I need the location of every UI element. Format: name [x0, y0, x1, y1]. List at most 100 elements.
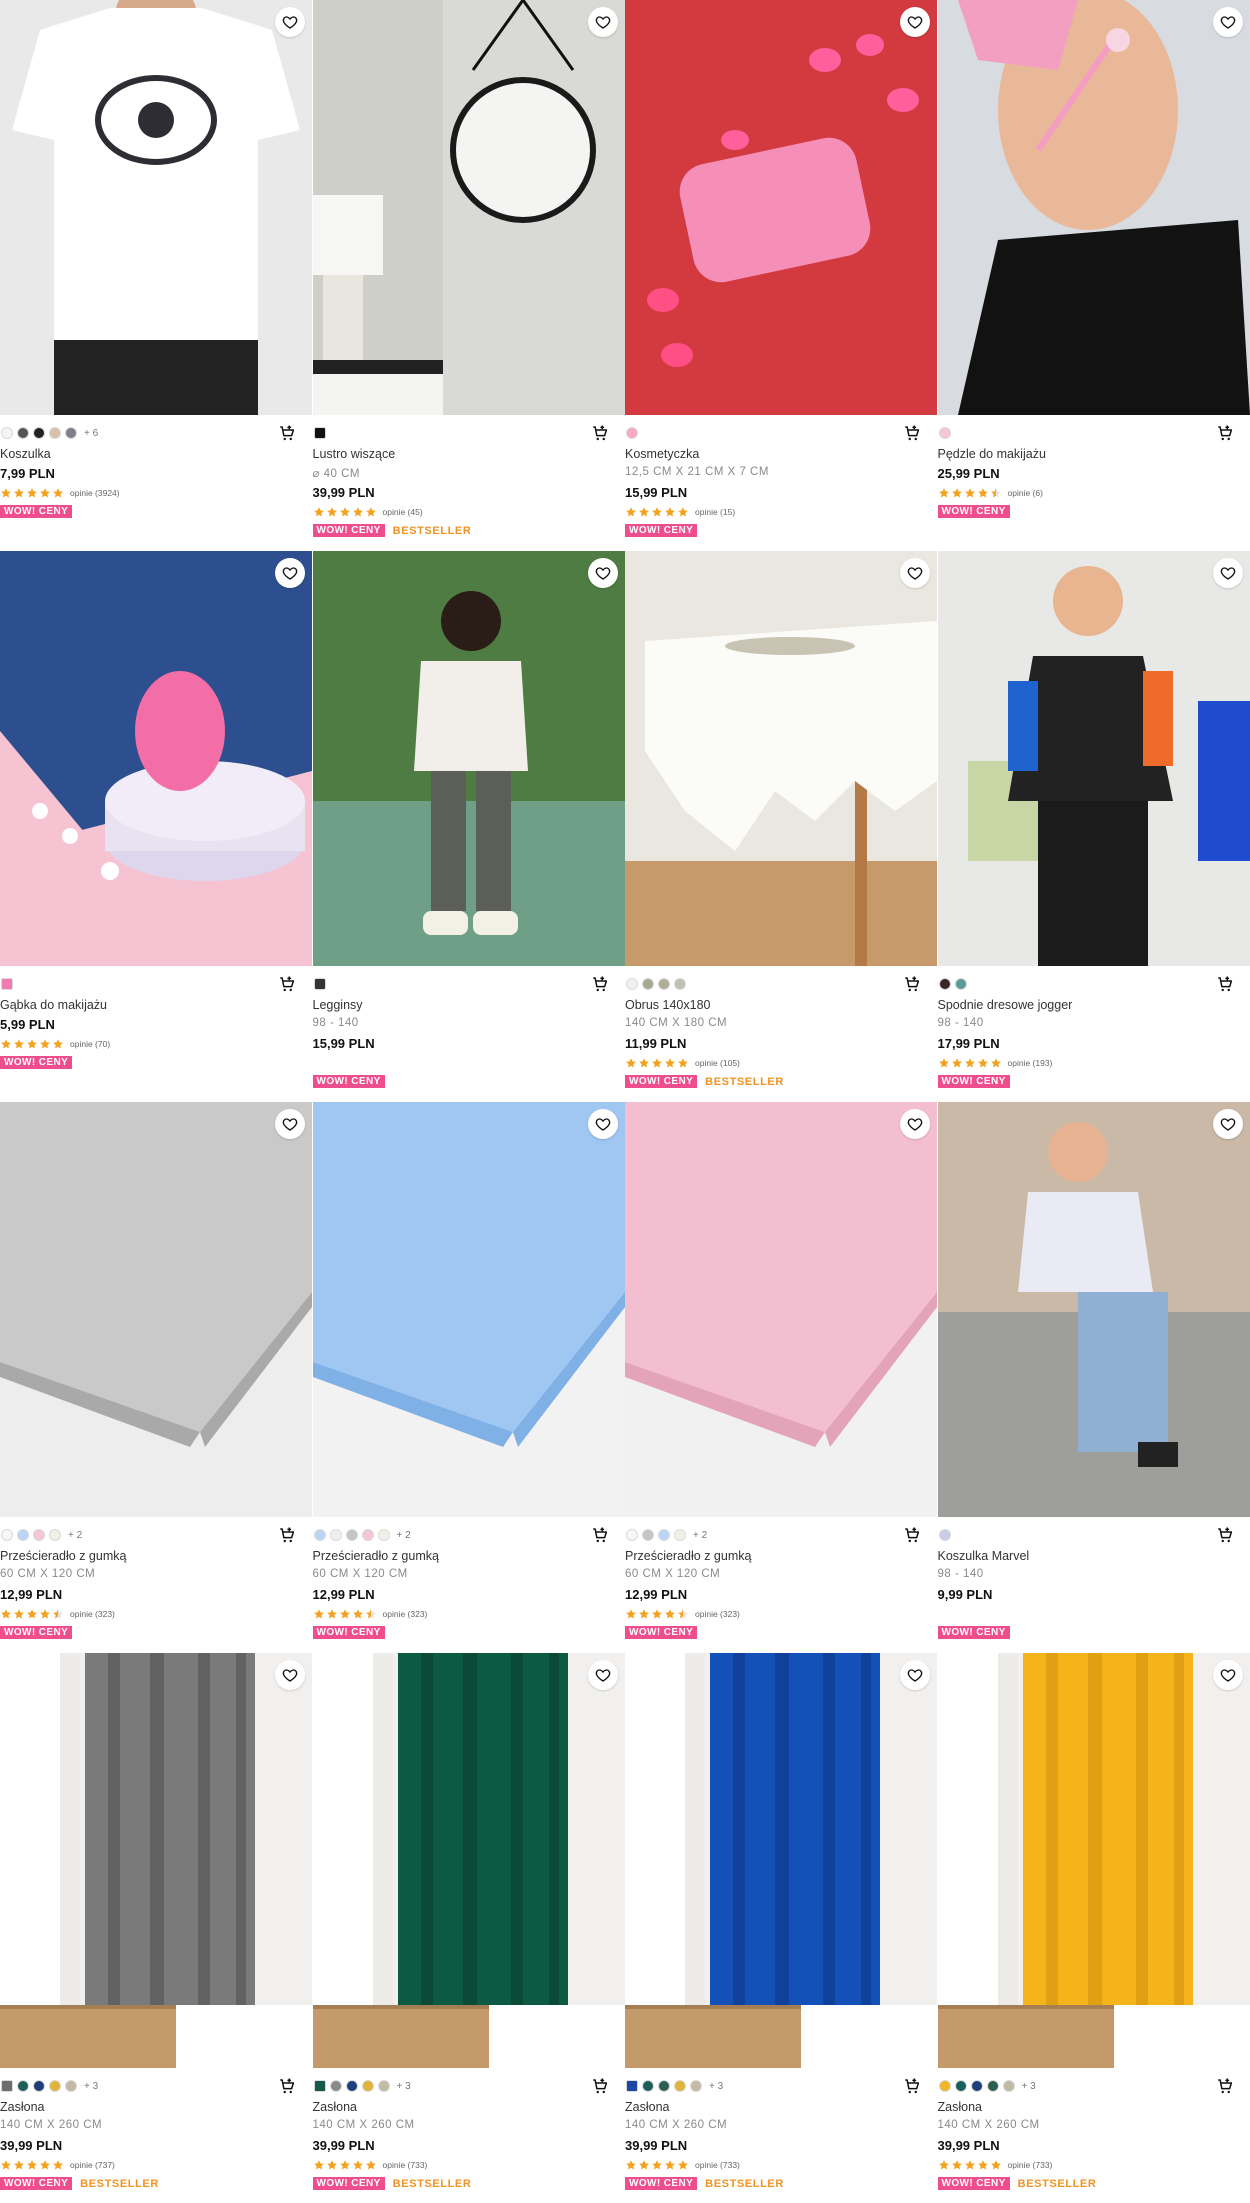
color-swatch[interactable]	[1, 978, 13, 990]
product-name[interactable]: Gąbka do makijażu	[0, 998, 107, 1012]
color-swatch[interactable]	[938, 1529, 951, 1541]
add-to-cart-icon[interactable]	[591, 975, 609, 993]
color-swatch[interactable]	[642, 1529, 654, 1541]
product-image[interactable]	[0, 0, 312, 415]
color-swatch[interactable]	[1002, 2080, 1015, 2092]
color-swatch[interactable]	[65, 2080, 77, 2092]
add-to-cart-icon[interactable]	[1216, 2077, 1234, 2095]
heart-icon[interactable]	[587, 1660, 618, 1690]
product-card[interactable]: + 3 Zasłona 140 CM X 260 CM 39,99 PLN opinie…	[625, 1653, 937, 2203]
more-colors-count[interactable]: + 3	[709, 2081, 723, 2092]
more-colors-count[interactable]: + 2	[397, 1530, 411, 1541]
product-name[interactable]: Prześcieradło z gumką	[625, 1549, 751, 1563]
product-name[interactable]: Zasłona	[313, 2100, 357, 2114]
product-name[interactable]: Kosmetyczka	[625, 447, 699, 461]
product-image[interactable]	[625, 551, 937, 966]
product-name[interactable]: Zasłona	[938, 2100, 982, 2114]
review-count[interactable]: opinie (733)	[1008, 2160, 1053, 2170]
more-colors-count[interactable]: + 6	[84, 428, 98, 439]
color-swatch[interactable]	[970, 2080, 983, 2092]
product-name[interactable]: Zasłona	[625, 2100, 669, 2114]
product-image[interactable]	[625, 0, 937, 415]
review-count[interactable]: opinie (45)	[383, 507, 423, 517]
heart-icon[interactable]	[1212, 1660, 1243, 1690]
review-count[interactable]: opinie (15)	[695, 507, 735, 517]
heart-icon[interactable]	[275, 1660, 305, 1690]
product-image[interactable]	[312, 1653, 625, 2068]
color-swatch[interactable]	[361, 1529, 374, 1541]
color-swatch[interactable]	[690, 2080, 702, 2092]
product-card[interactable]: Legginsy 98 - 140 15,99 PLN WOW! CENY	[312, 551, 625, 1102]
color-swatch[interactable]	[658, 978, 670, 990]
more-colors-count[interactable]: + 2	[693, 1530, 707, 1541]
color-swatch[interactable]	[33, 427, 45, 439]
product-name[interactable]: Pędzle do makijażu	[938, 447, 1046, 461]
product-card[interactable]: Koszulka Marvel 98 - 140 9,99 PLN WOW! CENY	[937, 1102, 1250, 1653]
review-count[interactable]: opinie (733)	[383, 2160, 428, 2170]
product-name[interactable]: Prześcieradło z gumką	[0, 1549, 126, 1563]
add-to-cart-icon[interactable]	[591, 2077, 609, 2095]
color-swatch[interactable]	[361, 2080, 374, 2092]
review-count[interactable]: opinie (323)	[70, 1609, 115, 1619]
more-colors-count[interactable]: + 3	[1022, 2081, 1036, 2092]
product-image[interactable]	[937, 0, 1250, 415]
color-swatch[interactable]	[674, 978, 686, 990]
color-swatch[interactable]	[938, 2080, 951, 2092]
color-swatch[interactable]	[313, 427, 326, 439]
heart-icon[interactable]	[900, 1660, 930, 1690]
product-image[interactable]	[0, 1653, 312, 2068]
color-swatch[interactable]	[938, 427, 951, 439]
more-colors-count[interactable]: + 3	[84, 2081, 98, 2092]
color-swatch[interactable]	[49, 427, 61, 439]
color-swatch[interactable]	[674, 1529, 686, 1541]
heart-icon[interactable]	[900, 7, 930, 37]
color-swatch[interactable]	[1, 1529, 13, 1541]
review-count[interactable]: opinie (323)	[383, 1609, 428, 1619]
product-card[interactable]: Obrus 140x180 140 CM X 180 CM 11,99 PLN opi…	[625, 551, 937, 1102]
product-image[interactable]	[0, 1102, 312, 1517]
product-name[interactable]: Zasłona	[0, 2100, 44, 2114]
product-image[interactable]	[625, 1102, 937, 1517]
heart-icon[interactable]	[900, 1109, 930, 1139]
product-card[interactable]: Kosmetyczka 12,5 CM X 21 CM X 7 CM 15,99 P…	[625, 0, 937, 551]
heart-icon[interactable]	[275, 7, 305, 37]
product-card[interactable]: + 2 Prześcieradło z gumką 60 CM X 120 CM 12…	[0, 1102, 312, 1653]
review-count[interactable]: opinie (70)	[70, 1039, 110, 1049]
product-image[interactable]	[937, 1102, 1250, 1517]
more-colors-count[interactable]: + 2	[68, 1530, 82, 1541]
product-card[interactable]: + 2 Prześcieradło z gumką 60 CM X 120 CM 12…	[625, 1102, 937, 1653]
color-swatch[interactable]	[329, 2080, 342, 2092]
color-swatch[interactable]	[1, 427, 13, 439]
color-swatch[interactable]	[626, 427, 638, 439]
color-swatch[interactable]	[49, 1529, 61, 1541]
color-swatch[interactable]	[986, 2080, 999, 2092]
product-image[interactable]	[312, 0, 625, 415]
add-to-cart-icon[interactable]	[903, 424, 921, 442]
add-to-cart-icon[interactable]	[591, 424, 609, 442]
product-name[interactable]: Legginsy	[313, 998, 363, 1012]
product-name[interactable]: Spodnie dresowe jogger	[938, 998, 1073, 1012]
review-count[interactable]: opinie (105)	[695, 1058, 740, 1068]
color-swatch[interactable]	[17, 1529, 29, 1541]
review-count[interactable]: opinie (3924)	[70, 488, 120, 498]
color-swatch[interactable]	[17, 427, 29, 439]
color-swatch[interactable]	[1, 2080, 13, 2092]
add-to-cart-icon[interactable]	[1216, 1526, 1234, 1544]
review-count[interactable]: opinie (193)	[1008, 1058, 1053, 1068]
heart-icon[interactable]	[900, 558, 930, 588]
color-swatch[interactable]	[345, 1529, 358, 1541]
add-to-cart-icon[interactable]	[591, 1526, 609, 1544]
heart-icon[interactable]	[275, 1109, 305, 1139]
color-swatch[interactable]	[313, 1529, 326, 1541]
color-swatch[interactable]	[313, 978, 326, 990]
heart-icon[interactable]	[587, 7, 618, 37]
add-to-cart-icon[interactable]	[903, 975, 921, 993]
color-swatch[interactable]	[954, 978, 967, 990]
product-card[interactable]: + 3 Zasłona 140 CM X 260 CM 39,99 PLN opinie…	[312, 1653, 625, 2203]
product-card[interactable]: + 3 Zasłona 140 CM X 260 CM 39,99 PLN opinie…	[0, 1653, 312, 2203]
color-swatch[interactable]	[377, 2080, 390, 2092]
add-to-cart-icon[interactable]	[1216, 424, 1234, 442]
color-swatch[interactable]	[377, 1529, 390, 1541]
product-name[interactable]: Lustro wiszące	[313, 447, 396, 461]
product-image[interactable]	[625, 1653, 937, 2068]
